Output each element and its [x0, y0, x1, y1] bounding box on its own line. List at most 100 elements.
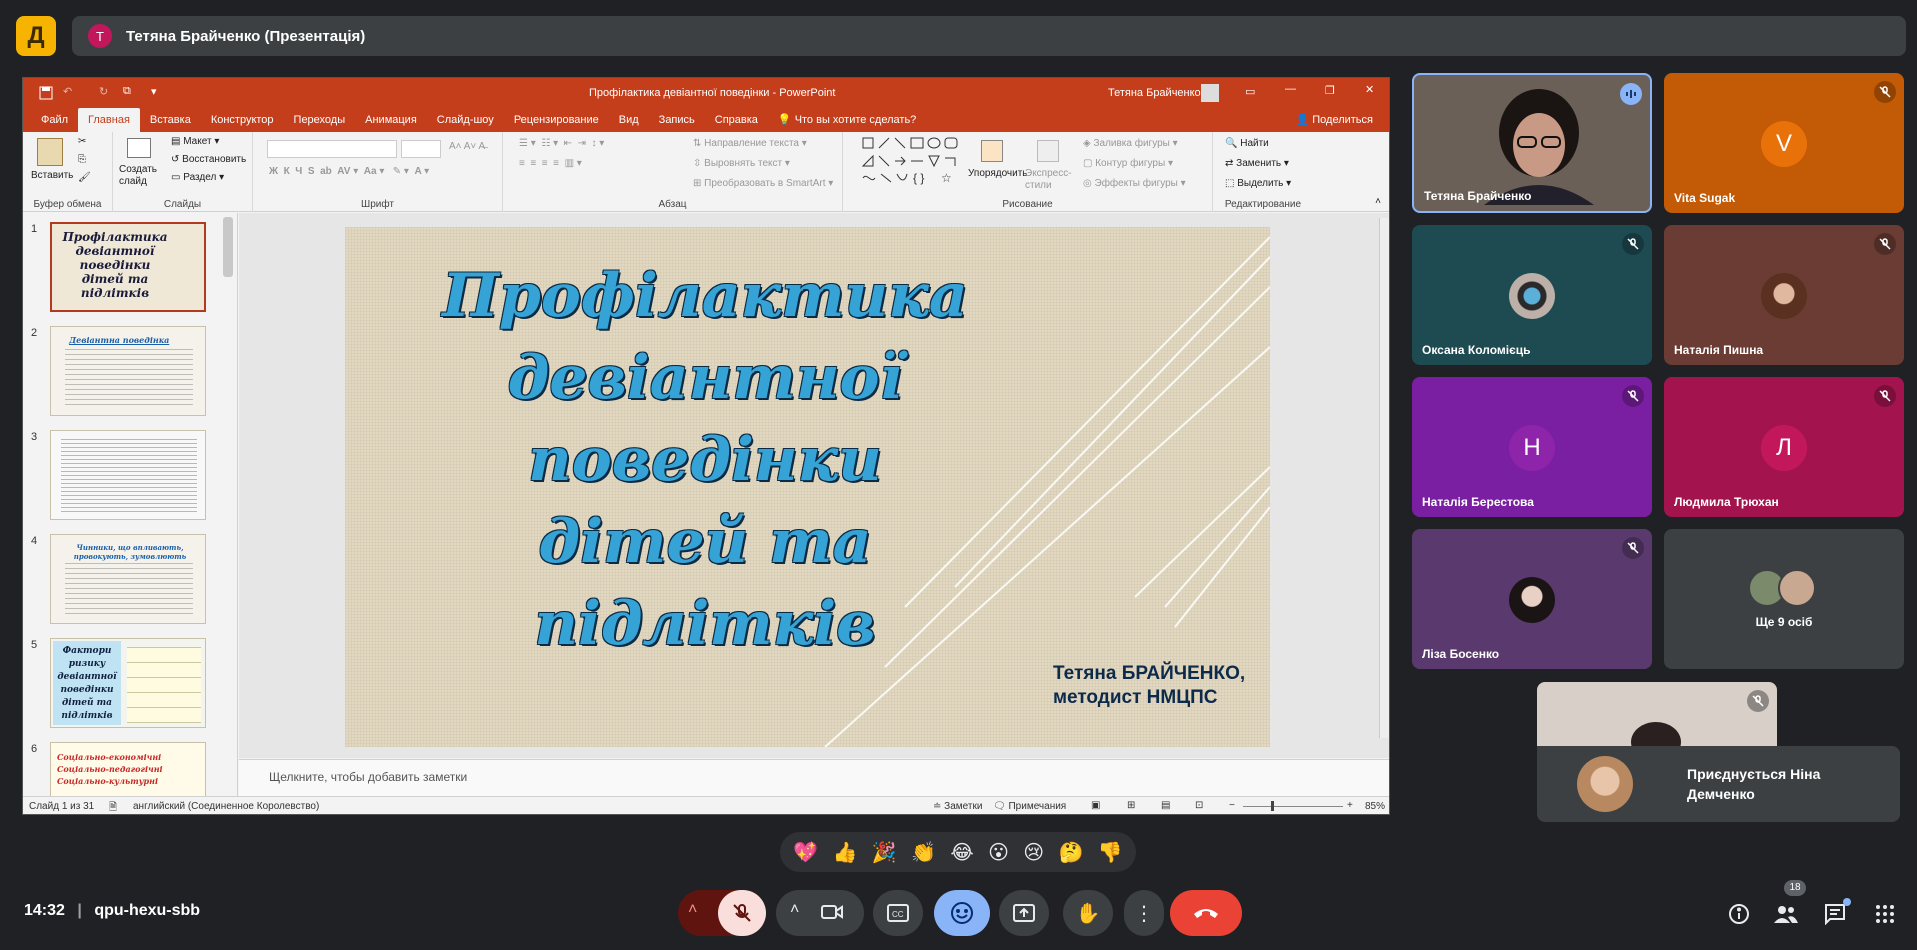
font-grow-shrink-icons[interactable]: A˄ A˅ A̶	[449, 141, 485, 152]
new-slide-icon[interactable]	[127, 138, 151, 158]
zoom-in-icon[interactable]: +	[1347, 800, 1353, 811]
reaction-thumbs-down[interactable]: 👎	[1098, 840, 1123, 865]
people-button[interactable]: 18	[1772, 880, 1806, 928]
paste-button[interactable]: Вставить	[31, 170, 73, 181]
emoji-reactions-button[interactable]	[934, 890, 990, 936]
reaction-clap[interactable]: 👏	[911, 840, 936, 865]
mic-toggle-button[interactable]	[718, 890, 766, 936]
thumb-slide-2[interactable]: Девіантна поведінка	[50, 326, 206, 416]
font-style-buttons[interactable]: Ж К Ч S ab AV ▾ Aa ▾ ✎ ▾ A ▾	[269, 166, 429, 177]
arrange-icon[interactable]	[981, 140, 1003, 162]
redo-icon[interactable]: ↻	[99, 85, 108, 98]
thumb-slide-4[interactable]: Чинники, що впливають, провокують, зумов…	[50, 534, 206, 624]
self-view[interactable]	[1537, 682, 1777, 746]
font-name-select[interactable]	[267, 140, 397, 158]
tell-me-search[interactable]: 💡 Что вы хотите сделать?	[768, 108, 926, 132]
more-options-button[interactable]: ⋮	[1124, 890, 1164, 936]
thumb-slide-1[interactable]: Профілактика девіантної поведінки дітей …	[50, 222, 206, 312]
tab-review[interactable]: Рецензирование	[504, 108, 609, 132]
zoom-out-icon[interactable]: −	[1229, 800, 1235, 811]
align-text-button[interactable]: ⇳ Выровнять текст ▾	[693, 158, 790, 169]
participant-tile[interactable]: Тетяна Брайченко	[1412, 73, 1652, 213]
quick-styles-button[interactable]: Экспресс-стили	[1025, 168, 1075, 192]
meeting-details-button[interactable]	[1725, 900, 1753, 928]
undo-icon[interactable]: ↶	[63, 85, 72, 98]
zoom-slider-thumb[interactable]	[1271, 801, 1274, 811]
current-slide[interactable]: Профілактика девіантної поведінки дітей …	[345, 227, 1270, 747]
captions-button[interactable]: CC	[873, 890, 923, 936]
slide-thumbnails-pane[interactable]: 1 Профілактика девіантної поведінки діте…	[23, 213, 238, 796]
copy-icon[interactable]: ⎘	[78, 154, 86, 165]
raise-hand-button[interactable]: ✋	[1063, 890, 1113, 936]
reaction-sad[interactable]: 😢	[1023, 840, 1044, 865]
select-button[interactable]: ⬚ Выделить ▾	[1225, 178, 1291, 189]
reaction-party[interactable]: 🎉	[872, 840, 897, 865]
notes-toggle[interactable]: ≐ Заметки	[933, 801, 982, 812]
save-icon[interactable]	[39, 86, 53, 103]
camera-toggle-button[interactable]	[820, 902, 844, 927]
close-icon[interactable]: ✕	[1365, 83, 1374, 96]
font-size-select[interactable]	[401, 140, 441, 158]
reaction-thumbs-up[interactable]: 👍	[832, 840, 857, 865]
tab-design[interactable]: Конструктор	[201, 108, 284, 132]
comments-toggle[interactable]: 🗨 Примечания	[993, 801, 1066, 812]
format-painter-icon[interactable]: 🖌	[78, 172, 91, 183]
new-slide-button[interactable]: Создать слайд	[119, 164, 159, 188]
video-options-chevron-icon[interactable]: ˄	[790, 901, 799, 919]
list-buttons[interactable]: ☰ ▾ ☷ ▾ ⇤ ⇥ ↕ ▾	[519, 138, 604, 149]
participant-tile[interactable]: Оксана Коломієць	[1412, 225, 1652, 365]
collapse-ribbon-icon[interactable]: ˄	[1375, 196, 1381, 207]
shape-outline-button[interactable]: ▢ Контур фигуры ▾	[1083, 158, 1173, 169]
tab-home[interactable]: Главная	[78, 108, 140, 132]
participant-tile[interactable]: Л Людмила Трюхан	[1664, 377, 1904, 517]
spellcheck-icon[interactable]: 🗎	[109, 800, 117, 814]
thumb-slide-6[interactable]: Соціально-економічні Соціально-педагогіч…	[50, 742, 206, 796]
ribbon-display-icon[interactable]: ▭	[1245, 85, 1255, 98]
reset-button[interactable]: ↺ Восстановить	[171, 154, 246, 165]
align-buttons[interactable]: ≡ ≡ ≡ ≡ ▥ ▾	[519, 158, 582, 169]
replace-button[interactable]: ⇄ Заменить ▾	[1225, 158, 1289, 169]
view-normal-icon[interactable]: ▣	[1091, 800, 1100, 811]
participant-tile[interactable]: Наталія Пишна	[1664, 225, 1904, 365]
thumbs-scrollbar[interactable]	[223, 217, 233, 277]
activities-button[interactable]	[1871, 900, 1899, 928]
quick-styles-icon[interactable]	[1037, 140, 1059, 162]
view-reading-icon[interactable]: ▤	[1161, 800, 1170, 811]
tab-insert[interactable]: Вставка	[140, 108, 201, 132]
view-sorter-icon[interactable]: ⊞	[1127, 800, 1135, 811]
thumb-slide-5[interactable]: Фактори ризику девіантної поведінки діте…	[50, 638, 206, 728]
arrange-button[interactable]: Упорядочить	[968, 168, 1028, 179]
layout-button[interactable]: ▤ Макет ▾	[171, 136, 219, 147]
leave-call-button[interactable]	[1170, 890, 1242, 936]
tab-record[interactable]: Запись	[649, 108, 705, 132]
chat-button[interactable]	[1821, 898, 1851, 928]
share-button[interactable]: 👤 Поделиться	[1285, 108, 1383, 132]
thumb-slide-3[interactable]	[50, 430, 206, 520]
cut-icon[interactable]: ✂	[78, 136, 86, 147]
present-icon[interactable]: ⧉	[123, 85, 131, 98]
reaction-thinking[interactable]: 🤔	[1059, 840, 1084, 865]
participant-tile[interactable]: V Vita Sugak	[1664, 73, 1904, 213]
find-button[interactable]: 🔍 Найти	[1225, 138, 1269, 149]
paste-icon[interactable]	[37, 138, 63, 166]
tab-transitions[interactable]: Переходы	[284, 108, 356, 132]
zoom-slider[interactable]	[1243, 806, 1343, 807]
tab-file[interactable]: Файл	[31, 108, 78, 132]
reaction-heart[interactable]: 💖	[793, 840, 818, 865]
text-direction-button[interactable]: ⇅ Направление текста ▾	[693, 138, 807, 149]
participant-tile[interactable]: Ліза Босенко	[1412, 529, 1652, 669]
present-screen-button[interactable]	[999, 890, 1049, 936]
reaction-surprised[interactable]: 😮	[988, 840, 1009, 865]
minimize-icon[interactable]: —	[1285, 83, 1296, 95]
shapes-gallery[interactable]: { } ☆	[861, 136, 971, 189]
reaction-laugh[interactable]: 😂	[950, 840, 973, 865]
shape-fill-button[interactable]: ◈ Заливка фигуры ▾	[1083, 138, 1178, 149]
more-participants-tile[interactable]: Ще 9 осіб	[1664, 529, 1904, 669]
tab-view[interactable]: Вид	[609, 108, 649, 132]
view-slideshow-icon[interactable]: ⊡	[1195, 800, 1203, 811]
section-button[interactable]: ▭ Раздел ▾	[171, 172, 224, 183]
participant-tile[interactable]: Н Наталія Берестова	[1412, 377, 1652, 517]
notes-pane[interactable]: Щелкните, чтобы добавить заметки	[239, 759, 1389, 796]
slide-scrollbar[interactable]	[1379, 218, 1389, 738]
tab-slideshow[interactable]: Слайд-шоу	[427, 108, 504, 132]
